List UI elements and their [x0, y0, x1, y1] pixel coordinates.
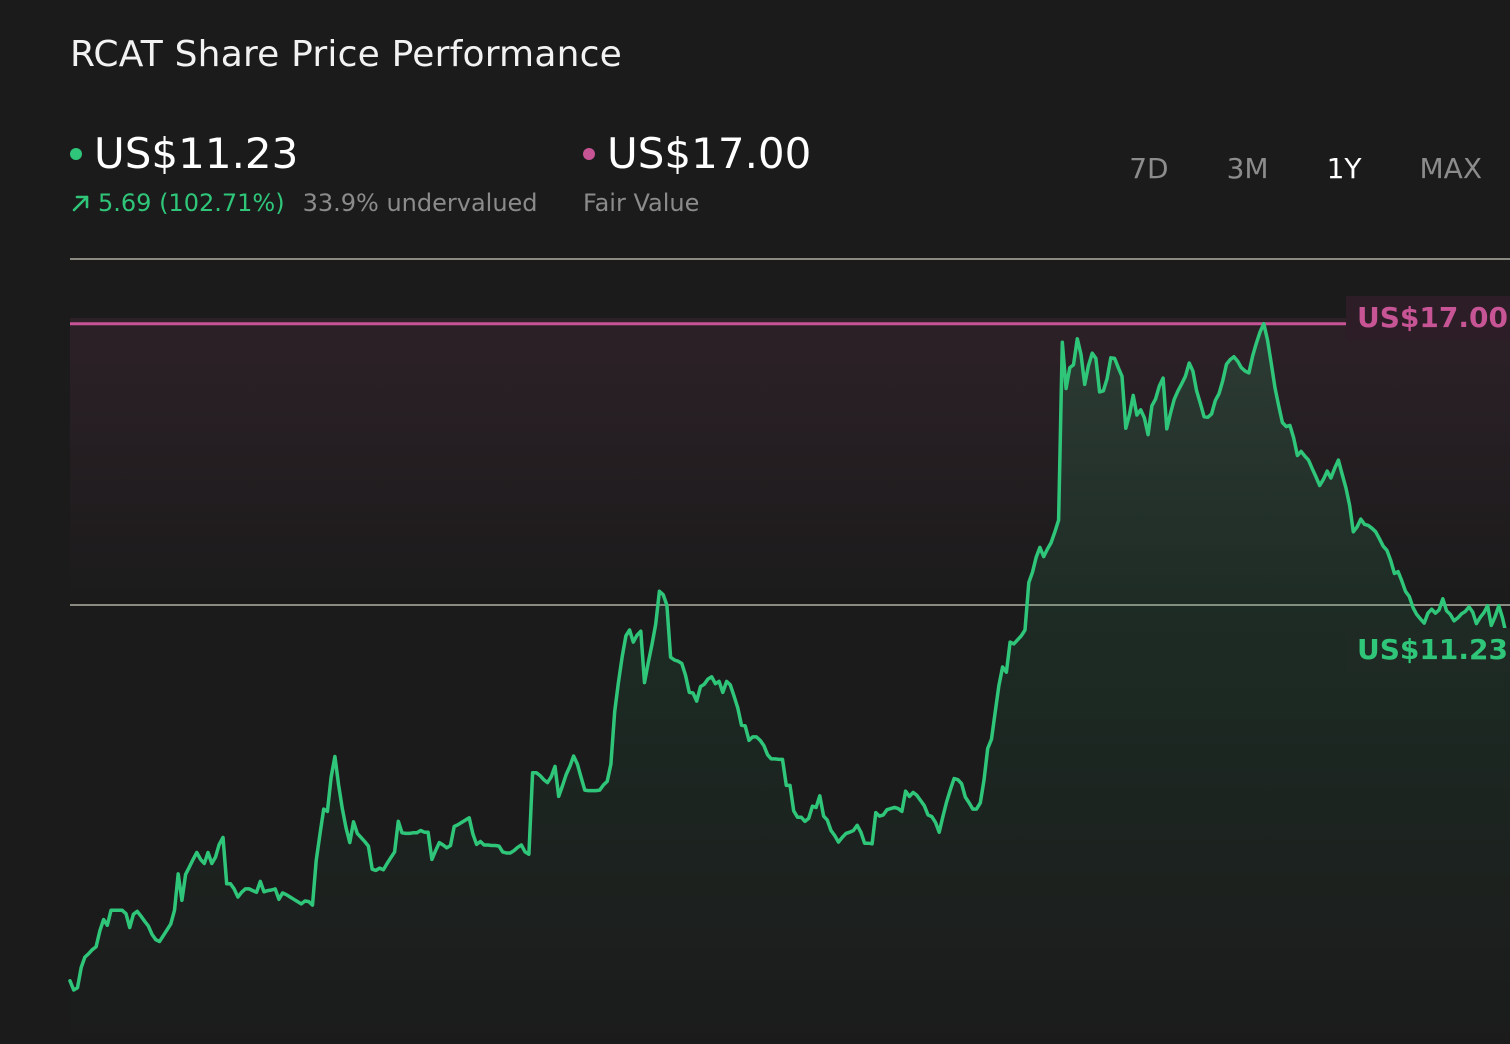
price-chart: US$17.00 US$11.23: [68, 258, 1510, 1044]
current-price-tag: US$11.23: [1357, 633, 1508, 666]
fair-value-tag: US$17.00: [1357, 301, 1508, 334]
